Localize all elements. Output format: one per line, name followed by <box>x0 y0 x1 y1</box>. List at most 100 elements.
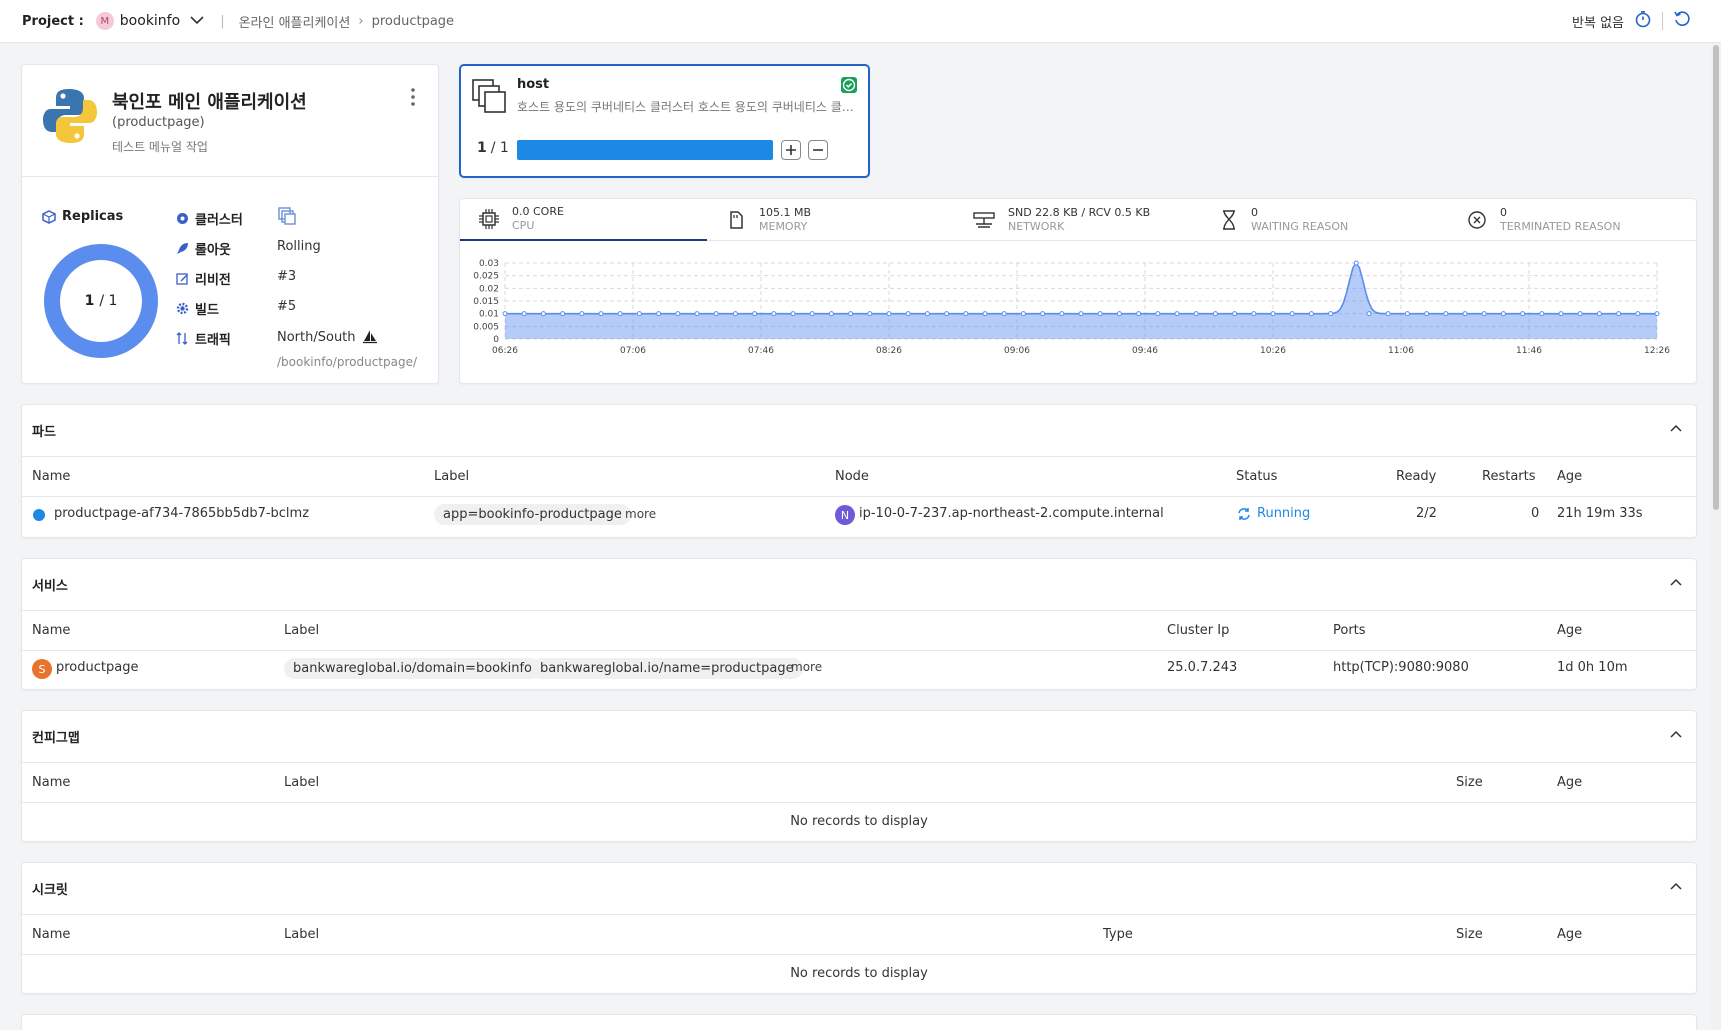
field-build-label: 빌드 <box>176 299 219 318</box>
traffic-path[interactable]: /bookinfo/productpage/ <box>277 355 417 369</box>
data-point <box>675 311 681 317</box>
project-selector[interactable]: bookinfo <box>120 13 180 29</box>
tab-terminated-reason[interactable]: 0 TERMINATED REASON <box>1448 199 1695 241</box>
column-header[interactable]: Restarts <box>1482 469 1536 484</box>
terminated-reason-value: 0 <box>1500 206 1507 219</box>
field-revision-label: 리비전 <box>176 269 231 288</box>
data-point <box>905 311 911 317</box>
breadcrumb-item-app[interactable]: 온라인 애플리케이션 <box>239 12 351 31</box>
network-value: SND 22.8 KB / RCV 0.5 KB <box>1008 206 1151 219</box>
data-point <box>1462 311 1468 317</box>
cpu-icon <box>479 209 499 229</box>
data-point <box>1174 311 1180 317</box>
more-vertical-icon[interactable] <box>410 87 416 111</box>
secrets-section-header[interactable]: 시크릿 <box>22 863 1696 915</box>
pod-age: 21h 19m 33s <box>1557 506 1643 521</box>
breadcrumb-item-current: productpage <box>371 13 455 29</box>
column-header[interactable]: Ready <box>1396 469 1436 484</box>
column-header[interactable]: Label <box>284 927 319 942</box>
cube-icon <box>42 209 56 224</box>
configmaps-section-title: 컨피그맵 <box>32 731 80 746</box>
cluster-value-icon[interactable] <box>277 206 297 230</box>
column-header[interactable]: Name <box>32 469 70 484</box>
memory-label: MEMORY <box>759 220 808 233</box>
column-header[interactable]: Label <box>434 469 469 484</box>
data-point <box>1616 311 1622 317</box>
column-header[interactable]: Label <box>284 623 319 638</box>
repeat-label[interactable]: 반복 없음 <box>1572 12 1624 31</box>
data-point <box>1193 311 1199 317</box>
column-header[interactable]: Label <box>284 775 319 790</box>
scale-up-button[interactable] <box>781 140 801 160</box>
column-header[interactable]: Size <box>1456 775 1483 790</box>
column-header[interactable]: Status <box>1236 469 1277 484</box>
data-point <box>1424 311 1430 317</box>
peak-point <box>1353 260 1359 266</box>
data-point <box>1308 311 1314 317</box>
application-card: 북인포 메인 애플리케이션 (productpage) 테스트 메뉴얼 작업 R… <box>21 64 439 384</box>
tab-waiting-reason[interactable]: 0 WAITING REASON <box>1201 199 1448 241</box>
data-point <box>771 311 777 317</box>
tab-memory[interactable]: 105.1 MB MEMORY <box>707 199 954 241</box>
data-point <box>1059 311 1065 317</box>
scale-down-button[interactable] <box>808 140 828 160</box>
column-header[interactable]: Size <box>1456 927 1483 942</box>
data-point <box>521 311 527 317</box>
application-description: 테스트 메뉴얼 작업 <box>112 140 208 154</box>
data-point <box>944 311 950 317</box>
column-header[interactable]: Node <box>835 469 869 484</box>
column-header[interactable]: Ports <box>1333 623 1366 638</box>
pod-ready: 2/2 <box>1416 506 1437 521</box>
secrets-table-header: Name Label Type Size Age <box>22 915 1696 955</box>
column-header[interactable]: Name <box>32 623 70 638</box>
services-section-title: 서비스 <box>32 579 68 594</box>
column-header[interactable]: Name <box>32 775 70 790</box>
page-scrollbar[interactable] <box>1711 43 1721 1030</box>
service-label-more-link[interactable]: more <box>791 660 822 674</box>
pods-section-header[interactable]: 파드 <box>22 405 1696 457</box>
next-section <box>21 1014 1697 1030</box>
timer-icon[interactable] <box>1634 10 1652 32</box>
pod-label-chip: app=bookinfo-productpage <box>434 504 631 525</box>
x-tick-label: 09:46 <box>1132 346 1158 356</box>
check-circle-icon <box>840 76 858 98</box>
terminated-reason-label: TERMINATED REASON <box>1500 220 1621 233</box>
pod-name[interactable]: productpage-af734-7865bb5db7-bclmz <box>54 506 309 521</box>
refresh-icon[interactable] <box>1673 10 1691 32</box>
data-point <box>828 311 834 317</box>
data-point <box>1500 311 1506 317</box>
column-header[interactable]: Name <box>32 927 70 942</box>
rollout-value: Rolling <box>277 239 321 254</box>
pod-status-dot <box>33 509 45 521</box>
table-row[interactable]: productpage-af734-7865bb5db7-bclmz app=b… <box>22 497 1696 533</box>
chevron-down-icon[interactable] <box>190 14 204 29</box>
column-header[interactable]: Type <box>1103 927 1133 942</box>
y-tick-label: 0.01 <box>479 310 499 320</box>
services-section-header[interactable]: 서비스 <box>22 559 1696 611</box>
network-icon <box>973 212 995 228</box>
pod-node[interactable]: ip-10-0-7-237.ap-northeast-2.compute.int… <box>859 506 1164 521</box>
metrics-card: 0.0 CORE CPU 105.1 MB MEMORY SND 22.8 KB /… <box>459 198 1697 384</box>
tab-network[interactable]: SND 22.8 KB / RCV 0.5 KB NETWORK <box>954 199 1201 241</box>
column-header[interactable]: Age <box>1557 775 1582 790</box>
column-header[interactable]: Age <box>1557 927 1582 942</box>
configmaps-section-header[interactable]: 컨피그맵 <box>22 711 1696 763</box>
field-rollout-label: 롤아웃 <box>176 239 231 258</box>
table-row[interactable]: S productpage bankwareglobal.io/domain=b… <box>22 651 1696 687</box>
services-section: 서비스 Name Label Cluster Ip Ports Age S pr… <box>21 558 1697 690</box>
service-cluster-ip: 25.0.7.243 <box>1167 660 1238 675</box>
column-header[interactable]: Age <box>1557 623 1582 638</box>
x-circle-icon <box>1468 211 1486 229</box>
top-bar: Project : M bookinfo | 온라인 애플리케이션 › prod… <box>0 0 1721 43</box>
data-point <box>1078 311 1084 317</box>
scrollbar-thumb[interactable] <box>1713 45 1719 510</box>
tab-cpu[interactable]: 0.0 CORE CPU <box>460 199 707 241</box>
service-name[interactable]: productpage <box>56 660 138 675</box>
host-cluster-card[interactable]: host 호스트 용도의 쿠버네티스 클러스터 호스트 용도의 쿠버네티스 클러… <box>459 64 870 178</box>
pod-label-more-link[interactable]: more <box>625 507 656 521</box>
data-point <box>1520 311 1526 317</box>
column-header[interactable]: Age <box>1557 469 1582 484</box>
column-header[interactable]: Cluster Ip <box>1167 623 1229 638</box>
data-point <box>502 311 508 317</box>
data-point <box>809 311 815 317</box>
